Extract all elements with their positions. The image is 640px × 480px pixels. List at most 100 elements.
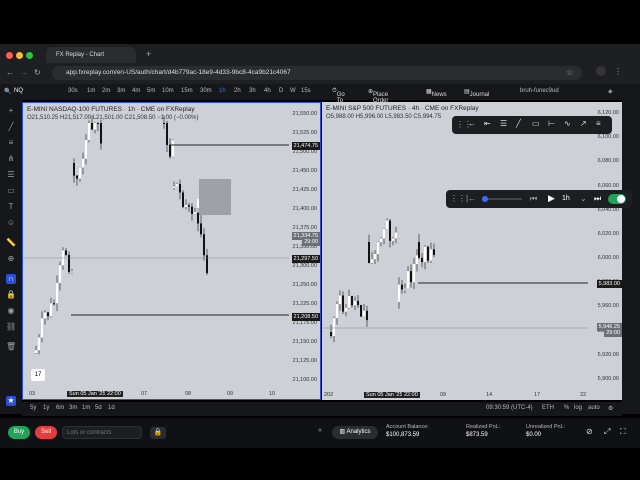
back-icon[interactable]: ←	[6, 68, 14, 77]
replay-progress-track[interactable]	[482, 196, 522, 202]
collapse-icon[interactable]: «	[318, 427, 322, 434]
fib-tool-icon[interactable]: ☰	[500, 119, 507, 128]
text-icon[interactable]: T	[6, 202, 16, 212]
timeframe-W[interactable]: W	[290, 88, 296, 94]
range-3m[interactable]: 3m	[69, 405, 77, 411]
minimize-window-icon[interactable]	[16, 52, 23, 59]
speed-dropdown-icon[interactable]: ⌄	[580, 194, 587, 203]
rectangle-icon[interactable]: ▭	[6, 186, 16, 196]
more-icon[interactable]: ≡	[596, 119, 601, 128]
es-chart-pane[interactable]: E-MINI S&P 500 FUTURES · 4h · CME on FXR…	[322, 102, 622, 400]
crosshair-icon[interactable]: +	[6, 106, 16, 116]
expand-icon[interactable]: ⛶	[620, 427, 626, 437]
rect-tool-icon[interactable]: ▭	[532, 119, 540, 128]
maximize-window-icon[interactable]	[26, 52, 33, 59]
hide-icon[interactable]: ⊘	[586, 427, 593, 436]
profile-avatar[interactable]	[596, 66, 606, 76]
goto-button[interactable]: ⏱ Go To	[332, 88, 345, 104]
h-line-icon[interactable]: ⊢	[548, 119, 555, 128]
step-forward-icon[interactable]: ⏭	[594, 194, 601, 204]
candle-body	[342, 295, 344, 312]
path-icon[interactable]: ∿	[564, 119, 571, 128]
link-icon[interactable]: ⛓	[6, 322, 16, 332]
timeframe-15s[interactable]: 15s	[301, 88, 311, 94]
trash-icon[interactable]: 🗑	[6, 342, 16, 352]
arrow-left-icon[interactable]: ←	[468, 119, 476, 128]
close-window-icon[interactable]	[6, 52, 13, 59]
timeframe-4m[interactable]: 4m	[132, 88, 140, 94]
ray-icon[interactable]: ↗	[580, 119, 587, 128]
timeframe-3h[interactable]: 3h	[249, 88, 256, 94]
candle-body	[404, 288, 406, 290]
menu-icon[interactable]: ⋮	[614, 67, 622, 76]
price-axis[interactable]: 6,120.00 6,100.00 6,080.00 6,060.00 6,040.00…	[588, 102, 622, 400]
buy-button[interactable]: Buy	[8, 426, 30, 439]
bookmark-star-icon[interactable]: ☆	[566, 68, 573, 77]
timeframe-15m[interactable]: 15m	[181, 88, 193, 94]
timeframe-2m[interactable]: 2m	[102, 88, 110, 94]
emoji-icon[interactable]: ☺	[6, 218, 16, 228]
range-icon[interactable]: ⇤	[484, 119, 491, 128]
timeframe-10m[interactable]: 10m	[162, 88, 174, 94]
jump-start-icon[interactable]: |←	[466, 194, 476, 203]
range-1d[interactable]: 1d	[108, 405, 115, 411]
favorites-star-icon[interactable]: ★	[6, 396, 16, 406]
sell-button[interactable]: Sell	[35, 426, 57, 439]
timeframe-3m[interactable]: 3m	[117, 88, 125, 94]
symbol-label[interactable]: NQ	[14, 88, 23, 94]
account-select[interactable]: bruh-funec9ud	[520, 88, 559, 94]
range-1m[interactable]: 1m	[82, 405, 90, 411]
time-axis[interactable]: 03 Sun 05 Jan '25 22:00 07 08 09 10	[23, 389, 320, 399]
reload-icon[interactable]: ↻	[34, 68, 41, 77]
timeframe-5m[interactable]: 5m	[147, 88, 155, 94]
timeframe-D[interactable]: D	[279, 88, 283, 94]
fib-icon[interactable]: ☰	[6, 170, 16, 180]
replay-toggle[interactable]	[608, 194, 626, 204]
range-5d[interactable]: 5d	[95, 405, 102, 411]
timeframe-1m[interactable]: 1m	[87, 88, 95, 94]
range-6m[interactable]: 6m	[56, 405, 64, 411]
magnet-icon[interactable]: ∩	[6, 274, 16, 284]
browser-tab[interactable]: FX Replay - Chart	[46, 47, 136, 63]
time-axis[interactable]: 202 Sun 05 Jan '25 22:00 09 14 17 22	[322, 390, 622, 400]
address-bar[interactable]: app.fxreplay.com/en-US/auth/chart/d4b779…	[52, 66, 582, 80]
fullscreen-icon[interactable]: ⤢	[604, 427, 610, 437]
nq-chart-pane[interactable]: E-MINI NASDAQ-100 FUTURES · 1h · CME on …	[22, 102, 321, 400]
lots-input[interactable]: Lots or contracts	[62, 426, 142, 439]
trend-line-icon[interactable]: ╱	[516, 119, 521, 128]
step-back-icon[interactable]: ⏮	[530, 194, 537, 204]
replay-speed[interactable]: 1h	[562, 195, 570, 202]
symbol-search-icon[interactable]: 🔍	[4, 88, 11, 95]
parallel-channel-icon[interactable]: ≡	[6, 138, 16, 148]
timeframe-4h[interactable]: 4h	[264, 88, 271, 94]
timeframe-30m[interactable]: 30m	[200, 88, 212, 94]
ruler-icon[interactable]: 📏	[6, 238, 16, 248]
analytics-button[interactable]: ▥ Analytics	[332, 426, 378, 439]
forward-icon[interactable]: →	[20, 68, 28, 77]
range-1y[interactable]: 1y	[43, 405, 49, 411]
timeframe-30s[interactable]: 30s	[68, 88, 78, 94]
session-button[interactable]: ETH	[542, 405, 554, 411]
zoom-icon[interactable]: ⊕	[6, 254, 16, 264]
lock-icon[interactable]: 🔒	[150, 427, 166, 439]
price-axis[interactable]: 21,550.00 21,525.00 21,500.00 21,450.00 21,4…	[286, 103, 320, 399]
range-5y[interactable]: 5y	[30, 405, 36, 411]
timeframe-2h[interactable]: 2h	[234, 88, 241, 94]
candle-body	[59, 265, 61, 283]
play-icon[interactable]: ▶	[548, 193, 555, 204]
journal-button[interactable]: ▤ Journal	[464, 88, 489, 98]
place-order-button[interactable]: ⊕ Place Order	[368, 88, 388, 104]
new-tab-icon[interactable]: +	[146, 49, 151, 59]
percent-toggle[interactable]: %	[564, 405, 569, 411]
log-toggle[interactable]: log	[574, 405, 582, 411]
timeframe-1h[interactable]: 1h	[219, 88, 226, 94]
pitchfork-icon[interactable]: ⋔	[6, 154, 16, 164]
line-tool-icon[interactable]: ╱	[6, 122, 16, 132]
visibility-icon[interactable]: ◉	[6, 306, 16, 316]
drag-handle-icon[interactable]: ⋮⋮	[450, 194, 466, 203]
chart-settings-icon[interactable]: ⚙	[608, 405, 613, 412]
lock-drawings-icon[interactable]: 🔒	[6, 290, 16, 300]
news-button[interactable]: ▦ News	[426, 88, 447, 98]
auto-toggle[interactable]: auto	[588, 405, 600, 411]
layers-icon[interactable]: ◈	[608, 88, 613, 95]
